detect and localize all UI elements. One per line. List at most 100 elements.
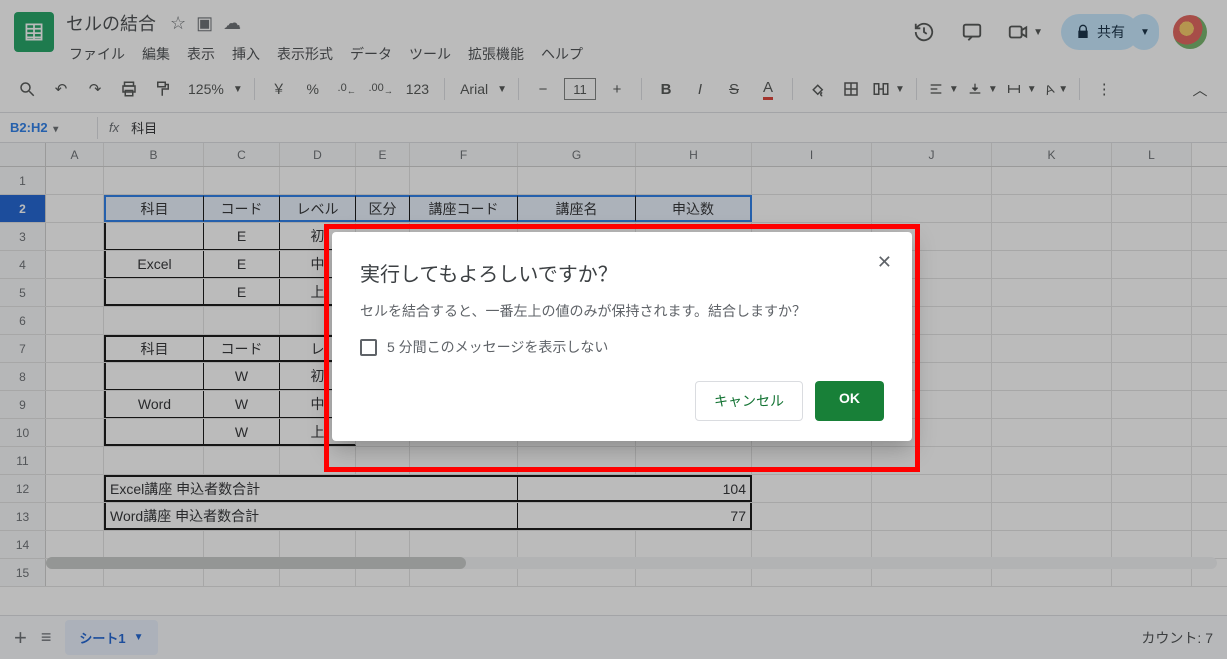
redo-icon[interactable]: ↷ bbox=[82, 76, 108, 102]
row-header[interactable]: 3 bbox=[0, 223, 46, 250]
merge-button[interactable]: ▼ bbox=[872, 80, 905, 98]
meet-icon[interactable]: ▼ bbox=[1003, 15, 1047, 49]
cell[interactable]: 77 bbox=[518, 503, 752, 530]
cell[interactable]: E bbox=[204, 251, 280, 278]
row-header[interactable]: 12 bbox=[0, 475, 46, 502]
cell[interactable]: 申込数 bbox=[636, 195, 752, 222]
borders-button[interactable] bbox=[838, 76, 864, 102]
share-button[interactable]: 共有 bbox=[1061, 14, 1139, 50]
percent-button[interactable]: % bbox=[300, 76, 326, 102]
row-header[interactable]: 14 bbox=[0, 531, 46, 558]
cell[interactable]: W bbox=[204, 391, 280, 418]
cell[interactable]: 講座コード bbox=[410, 195, 518, 222]
menu-help[interactable]: ヘルプ bbox=[534, 40, 590, 68]
document-title[interactable]: セルの結合 bbox=[62, 8, 160, 38]
fontsize-input[interactable]: 11 bbox=[564, 78, 596, 100]
cell[interactable]: Excel bbox=[104, 251, 204, 278]
col-header[interactable]: G bbox=[518, 143, 636, 166]
cell[interactable]: 104 bbox=[518, 475, 752, 502]
star-icon[interactable]: ☆ bbox=[170, 13, 186, 34]
menu-data[interactable]: データ bbox=[343, 40, 399, 68]
col-header[interactable]: J bbox=[872, 143, 992, 166]
fill-color-button[interactable] bbox=[804, 76, 830, 102]
name-box[interactable]: B2:H2 ▾ bbox=[6, 118, 86, 137]
row-header[interactable]: 13 bbox=[0, 503, 46, 530]
dialog-checkbox[interactable]: 5 分間このメッセージを表示しない bbox=[360, 337, 884, 357]
cell[interactable] bbox=[104, 223, 204, 250]
inc-decimal-button[interactable]: .00→ bbox=[368, 76, 394, 102]
paint-format-icon[interactable] bbox=[150, 76, 176, 102]
wrap-button[interactable]: ▼ bbox=[1006, 81, 1037, 97]
menu-tools[interactable]: ツール bbox=[402, 40, 458, 68]
collapse-toolbar-icon[interactable]: ︿ bbox=[1187, 76, 1213, 102]
col-header[interactable]: L bbox=[1112, 143, 1192, 166]
select-all-corner[interactable] bbox=[0, 143, 46, 166]
cell[interactable] bbox=[104, 419, 204, 446]
cell[interactable]: レベル bbox=[280, 195, 356, 222]
cell[interactable]: W bbox=[204, 419, 280, 446]
row-header[interactable]: 8 bbox=[0, 363, 46, 390]
row-header[interactable]: 2 bbox=[0, 195, 46, 222]
col-header[interactable]: F bbox=[410, 143, 518, 166]
sheets-logo[interactable] bbox=[14, 12, 54, 52]
more-formats-button[interactable]: 123 bbox=[402, 76, 433, 102]
col-header[interactable]: H bbox=[636, 143, 752, 166]
font-select[interactable]: Arial▼ bbox=[456, 81, 507, 97]
cell[interactable]: W bbox=[204, 363, 280, 390]
row-header[interactable]: 11 bbox=[0, 447, 46, 474]
cell[interactable] bbox=[104, 279, 204, 306]
bold-button[interactable]: B bbox=[653, 76, 679, 102]
row-header[interactable]: 10 bbox=[0, 419, 46, 446]
row-header[interactable]: 5 bbox=[0, 279, 46, 306]
ok-button[interactable]: OK bbox=[815, 381, 884, 421]
history-icon[interactable] bbox=[907, 15, 941, 49]
menu-format[interactable]: 表示形式 bbox=[270, 40, 340, 68]
fontsize-inc[interactable]: + bbox=[604, 76, 630, 102]
valign-button[interactable]: ▼ bbox=[967, 81, 998, 97]
cell[interactable]: 区分 bbox=[356, 195, 410, 222]
move-icon[interactable]: ▣ bbox=[196, 13, 213, 34]
col-header[interactable]: E bbox=[356, 143, 410, 166]
horizontal-scrollbar[interactable] bbox=[46, 557, 1217, 569]
text-color-button[interactable]: A bbox=[755, 76, 781, 102]
comment-icon[interactable] bbox=[955, 15, 989, 49]
fontsize-dec[interactable]: − bbox=[530, 76, 556, 102]
cell[interactable]: コード bbox=[204, 335, 280, 362]
currency-button[interactable]: ￥ bbox=[266, 76, 292, 102]
col-header[interactable]: D bbox=[280, 143, 356, 166]
menu-extensions[interactable]: 拡張機能 bbox=[461, 40, 531, 68]
menu-edit[interactable]: 編集 bbox=[135, 40, 177, 68]
row-header[interactable]: 4 bbox=[0, 251, 46, 278]
formula-bar[interactable]: 科目 bbox=[127, 116, 1221, 139]
menu-insert[interactable]: 挿入 bbox=[225, 40, 267, 68]
strike-button[interactable]: S bbox=[721, 76, 747, 102]
col-header[interactable]: I bbox=[752, 143, 872, 166]
sheet-tab[interactable]: シート1▼ bbox=[65, 620, 157, 655]
cell[interactable] bbox=[104, 363, 204, 390]
more-toolbar-icon[interactable]: ⋮ bbox=[1091, 76, 1117, 102]
close-icon[interactable]: ✕ bbox=[877, 252, 892, 273]
cell[interactable]: Excel講座 申込者数合計 bbox=[104, 475, 518, 502]
row-header[interactable]: 1 bbox=[0, 167, 46, 194]
share-dropdown[interactable]: ▼ bbox=[1129, 14, 1159, 50]
cell[interactable]: E bbox=[204, 223, 280, 250]
cancel-button[interactable]: キャンセル bbox=[695, 381, 803, 421]
status-count[interactable]: カウント: 7 bbox=[1141, 628, 1213, 648]
cell[interactable]: Word講座 申込者数合計 bbox=[104, 503, 518, 530]
col-header[interactable]: A bbox=[46, 143, 104, 166]
rotate-button[interactable]: A▼ bbox=[1045, 82, 1069, 97]
italic-button[interactable]: I bbox=[687, 76, 713, 102]
print-icon[interactable] bbox=[116, 76, 142, 102]
cloud-icon[interactable]: ☁ bbox=[223, 13, 241, 34]
cell[interactable]: コード bbox=[204, 195, 280, 222]
col-header[interactable]: K bbox=[992, 143, 1112, 166]
cell[interactable]: Word bbox=[104, 391, 204, 418]
halign-button[interactable]: ▼ bbox=[928, 81, 959, 97]
account-avatar[interactable] bbox=[1173, 15, 1207, 49]
row-header[interactable]: 6 bbox=[0, 307, 46, 334]
cell[interactable]: 科目 bbox=[104, 195, 204, 222]
col-header[interactable]: B bbox=[104, 143, 204, 166]
dec-decimal-button[interactable]: .0← bbox=[334, 76, 360, 102]
cell[interactable]: E bbox=[204, 279, 280, 306]
cell[interactable]: 講座名 bbox=[518, 195, 636, 222]
